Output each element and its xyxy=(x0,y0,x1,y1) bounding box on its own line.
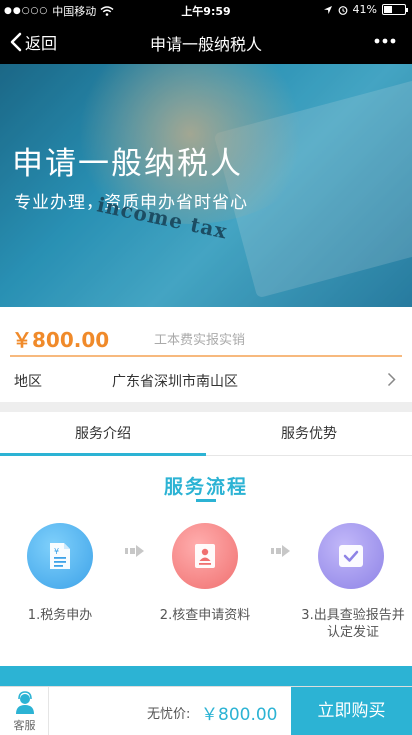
arrow-right-icon xyxy=(271,545,290,557)
buy-now-button[interactable]: 立即购买 xyxy=(291,687,412,735)
step-3-circle xyxy=(318,523,384,589)
step-1-label: 1.税务申办 xyxy=(27,608,93,623)
battery-percent: 41% xyxy=(352,3,377,16)
arrow-right-icon xyxy=(125,545,144,557)
step-3-label: 3.出具查验报告并认定发证 xyxy=(301,608,405,640)
tab-bar: 服务介绍 服务优势 xyxy=(0,412,412,456)
more-icon xyxy=(374,38,396,44)
nav-bar: 返回 申请一般纳税人 xyxy=(0,20,412,64)
region-value: 广东省深圳市南山区 xyxy=(112,374,238,390)
active-tab-indicator xyxy=(0,453,206,456)
price-label: 无忧价: xyxy=(147,707,191,722)
more-button[interactable] xyxy=(374,31,396,55)
chevron-right-icon xyxy=(387,372,396,387)
location-icon xyxy=(323,5,332,14)
section-band xyxy=(0,666,412,688)
hero-title: 申请一般纳税人 xyxy=(12,146,243,182)
region-selector[interactable]: 地区 广东省深圳市南山区 xyxy=(0,358,412,402)
customer-service-icon xyxy=(16,691,34,714)
step-2-label: 2.核查申请资料 xyxy=(159,608,251,623)
price-note: 工本费实报实销 xyxy=(154,333,246,348)
price-divider xyxy=(10,355,402,357)
document-icon: ¥ xyxy=(50,543,70,569)
bottom-price: ￥800.00 xyxy=(201,705,278,725)
process-title-underline xyxy=(196,499,216,502)
status-right: 41% xyxy=(323,3,408,16)
price-row: ￥800.00 工本费实报实销 xyxy=(0,307,412,357)
process-title: 服务流程 xyxy=(163,476,248,498)
customer-service-button[interactable]: 客服 xyxy=(0,687,49,735)
hero-banner: 申请一般纳税人 专业办理，资质申办省时省心 income tax xyxy=(0,64,412,307)
tab-service-advantages[interactable]: 服务优势 xyxy=(206,412,412,456)
bottom-bar: 客服 无忧价: ￥800.00 立即购买 xyxy=(0,686,412,735)
page-title: 申请一般纳税人 xyxy=(149,35,262,54)
status-bar: ●●○○○ 中国移动 上午9:59 41% xyxy=(0,0,412,20)
svg-text:¥: ¥ xyxy=(54,547,59,556)
step-2-circle xyxy=(172,523,238,589)
section-gap xyxy=(0,402,412,412)
region-label: 地区 xyxy=(14,374,42,390)
alarm-icon xyxy=(338,5,347,15)
profile-card-icon xyxy=(195,544,215,568)
battery-icon xyxy=(382,4,408,15)
step-1-circle: ¥ xyxy=(27,523,93,589)
checkbox-icon xyxy=(339,545,363,567)
price-amount: ￥800.00 xyxy=(12,328,110,352)
customer-service-label: 客服 xyxy=(13,719,36,732)
tab-service-intro[interactable]: 服务介绍 xyxy=(0,412,206,456)
